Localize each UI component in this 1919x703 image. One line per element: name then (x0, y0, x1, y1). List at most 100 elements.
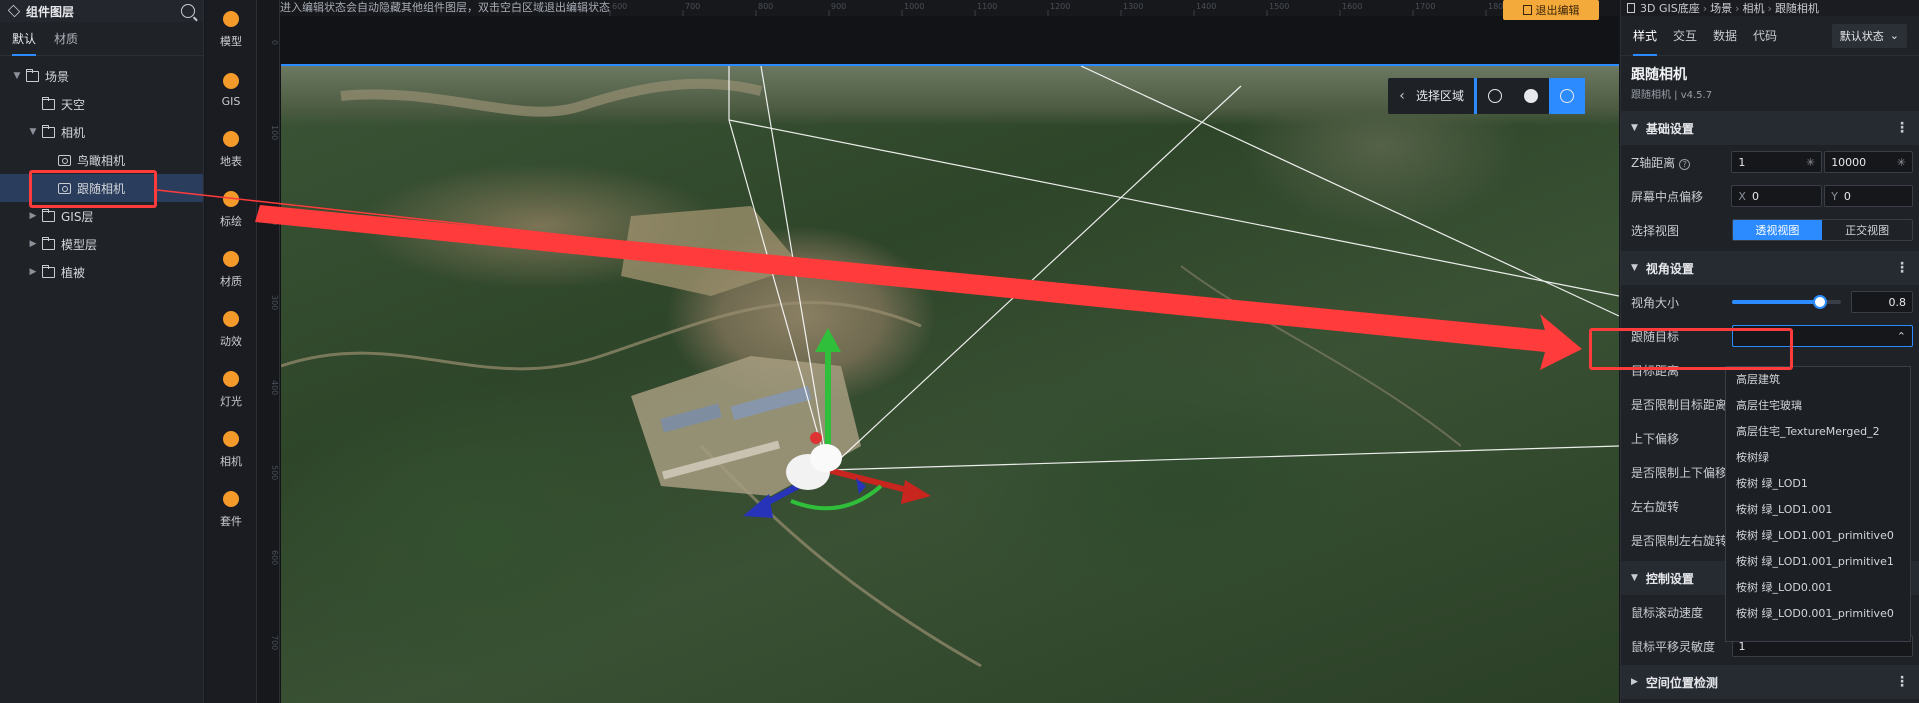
perspective-view-option[interactable]: 透视视图 (1732, 220, 1823, 240)
exit-edit-label: 退出编辑 (1535, 4, 1580, 17)
view-size-label: 视角大小 (1631, 295, 1680, 310)
tree-item[interactable]: ▼ 相机 (0, 118, 203, 146)
breadcrumb-separator: › (1702, 1, 1708, 15)
row-screen-offset: 屏幕中点偏移 X0 Y0 (1621, 179, 1919, 213)
select-area-label[interactable]: 选择区域 (1416, 78, 1478, 114)
tree-item[interactable]: ▶ 植被 (0, 258, 203, 286)
tab-style[interactable]: 样式 (1633, 16, 1658, 56)
tool-effect[interactable]: 动效 (205, 300, 257, 360)
breadcrumb-item[interactable]: 跟随相机 (1775, 0, 1819, 16)
caret-down-icon: ▼ (1631, 573, 1638, 583)
section-space[interactable]: ▶ 空间位置检测 ⋮ (1621, 665, 1919, 699)
viewport[interactable]: 600 700 800 900 1000 1100 1200 1300 1400 1500 1600… (258, 0, 1619, 703)
z-distance-label: Z轴距离 ? (1631, 154, 1731, 171)
ruler-tick-label: 1300 (1123, 2, 1143, 11)
caret-down-icon: ▼ (1631, 263, 1638, 273)
tool-light[interactable]: 灯光 (205, 360, 257, 420)
tree-item-label: GIS层 (61, 209, 94, 224)
tool-camera[interactable]: 相机 (205, 420, 257, 480)
view-size-slider[interactable] (1732, 295, 1842, 309)
dropdown-option[interactable]: 高层建筑 (1726, 367, 1910, 393)
solid-view-button[interactable] (1513, 78, 1549, 114)
more-icon[interactable]: ⋮ (1895, 260, 1909, 276)
ruler-tick-label: 1000 (904, 2, 924, 11)
ruler-tick-label: 1500 (1269, 2, 1289, 11)
component-header: 跟随相机 跟随相机 | v4.5.7 (1621, 56, 1919, 107)
orthographic-view-option[interactable]: 正交视图 (1822, 220, 1912, 240)
tool-label: 地表 (220, 155, 242, 168)
tool-label: 标绘 (220, 215, 242, 228)
tool-gis[interactable]: GIS (205, 60, 257, 120)
view-size-input[interactable]: 0.8 (1851, 291, 1913, 313)
tool-kit[interactable]: 套件 (205, 480, 257, 540)
chevron-left-icon[interactable]: ‹ (1388, 88, 1416, 104)
tool-plot[interactable]: 标绘 (205, 180, 257, 240)
caret-right-icon[interactable]: ▶ (28, 211, 38, 221)
breadcrumb: 3D GIS底座 › 场景 › 相机 › 跟随相机 (1621, 0, 1919, 16)
dropdown-option[interactable]: 桉树 绿_LOD1 (1726, 471, 1910, 497)
limit-vertical-offset-label: 是否限制上下偏移 (1631, 465, 1728, 480)
rotate-view-button[interactable] (1549, 78, 1586, 114)
dropdown-option[interactable]: 桉树 绿_LOD1.001_primitive0 (1726, 523, 1910, 549)
caret-right-icon[interactable]: ▶ (28, 267, 38, 277)
exit-edit-button[interactable]: 退出编辑 (1503, 0, 1599, 20)
globe-view-button[interactable] (1477, 78, 1513, 114)
tree-item[interactable]: 天空 (0, 90, 203, 118)
breadcrumb-item[interactable]: 相机 (1743, 0, 1765, 16)
search-icon[interactable] (181, 4, 195, 18)
caret-down-icon[interactable]: ▼ (28, 127, 38, 137)
section-basic[interactable]: ▼ 基础设置 ⋮ (1621, 111, 1919, 145)
tab-material[interactable]: 材质 (54, 22, 78, 56)
tab-data[interactable]: 数据 (1713, 16, 1737, 56)
dropdown-option[interactable]: 高层住宅玻璃 (1726, 393, 1910, 419)
caret-right-icon[interactable]: ▶ (28, 239, 38, 249)
kit-icon (223, 491, 239, 507)
dropdown-option[interactable]: 桉树绿 (1726, 445, 1910, 471)
breadcrumb-item[interactable]: 3D GIS底座 (1640, 0, 1700, 16)
tree-item[interactable]: ▶ 模型层 (0, 230, 203, 258)
z-distance-min-input[interactable]: 1 ✳ (1731, 151, 1823, 173)
tool-label: 材质 (220, 275, 242, 288)
ruler-tick-label: 400 (270, 380, 279, 395)
row-view-size: 视角大小 0.8 (1621, 285, 1919, 319)
dropdown-option[interactable]: 桉树 绿_LOD1.001_primitive1 (1726, 549, 1910, 575)
tree-item-label: 相机 (61, 125, 86, 140)
layer-panel-header: 组件图层 (0, 0, 203, 22)
more-icon[interactable]: ⋮ (1895, 674, 1909, 690)
annotation-box-follow-target (1589, 328, 1793, 370)
section-view[interactable]: ▼ 视角设置 ⋮ (1621, 251, 1919, 285)
ruler-left-svg: 0 100 200 300 400 500 600 700 (270, 40, 279, 650)
tab-code[interactable]: 代码 (1753, 16, 1777, 56)
pan-sensitivity-label: 鼠标平移灵敏度 (1631, 639, 1716, 654)
caret-down-icon[interactable]: ▼ (12, 71, 22, 81)
breadcrumb-separator: › (1767, 1, 1772, 15)
tab-interaction[interactable]: 交互 (1673, 16, 1697, 56)
tree-item[interactable]: ▼ 场景 (0, 62, 203, 90)
state-select-value: 默认状态 (1839, 29, 1884, 43)
more-icon[interactable]: ⋮ (1895, 120, 1909, 136)
dropdown-option[interactable]: 桉树 绿_LOD1.001 (1726, 497, 1910, 523)
state-select[interactable]: 默认状态 ⌄ (1831, 23, 1907, 48)
vertical-offset-label: 上下偏移 (1631, 431, 1680, 446)
dropdown-option[interactable]: 桉树 绿_LOD0.001 (1726, 575, 1910, 601)
slider-knob[interactable] (1812, 295, 1827, 309)
satellite-map[interactable] (281, 66, 1619, 703)
edit-hint: 进入编辑状态会自动隐藏其他组件图层，双击空白区域退出编辑状态 (280, 1, 610, 14)
breadcrumb-item[interactable]: 场景 (1710, 0, 1732, 16)
terrain-icon (223, 131, 239, 147)
chevron-up-icon: ⌃ (1896, 329, 1906, 343)
tool-terrain[interactable]: 地表 (205, 120, 257, 180)
tool-material[interactable]: 材质 (205, 240, 257, 300)
dropdown-option[interactable]: 桉树 绿_LOD0.001_primitive0 (1726, 601, 1910, 627)
clearing (621, 206, 801, 296)
tree-item-label: 天空 (61, 97, 86, 112)
tab-default[interactable]: 默认 (12, 22, 37, 56)
layer-panel: 组件图层 默认 材质 ▼ 场景 天空 ▼ 相机 鸟瞰相机 跟随相机 ▶ GIS层 ▶ 模型层 ▶ 植被 (0, 0, 204, 703)
ruler-tick-label: 1700 (1415, 2, 1435, 11)
z-distance-max-input[interactable]: 10000 ✳ (1824, 151, 1913, 173)
screen-offset-x-input[interactable]: X0 (1731, 185, 1823, 207)
tool-model[interactable]: 模型 (205, 0, 257, 60)
help-icon[interactable]: ? (1679, 158, 1691, 170)
screen-offset-y-input[interactable]: Y0 (1824, 185, 1913, 207)
dropdown-option[interactable]: 高层住宅_TextureMerged_2 (1726, 419, 1910, 445)
